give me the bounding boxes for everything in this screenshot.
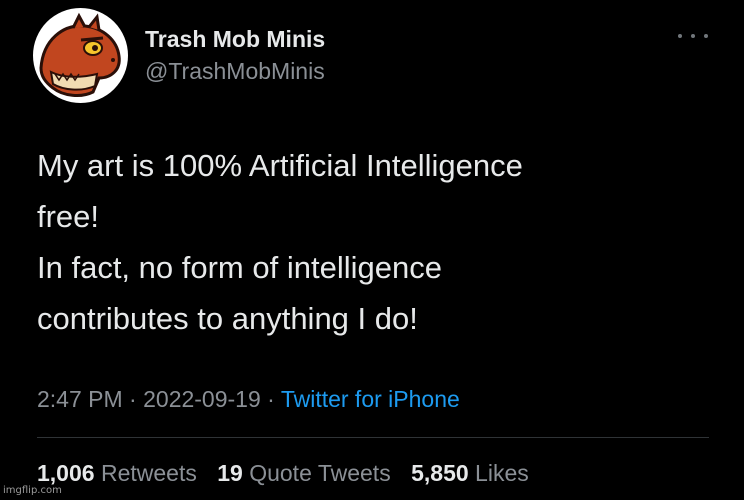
retweets-label: Retweets xyxy=(100,460,197,486)
quote-tweets-stat[interactable]: 19 Quote Tweets xyxy=(217,460,397,486)
tweet-source-link[interactable]: Twitter for iPhone xyxy=(281,386,460,412)
quote-tweets-label: Quote Tweets xyxy=(249,460,391,486)
tweet-card: Trash Mob Minis @TrashMobMinis My art is… xyxy=(0,0,744,500)
tweet-text: My art is 100% Artificial Intelligence f… xyxy=(37,140,717,344)
divider xyxy=(37,437,709,438)
tweet-time[interactable]: 2:47 PM xyxy=(37,386,123,412)
tweet-line: My art is 100% Artificial Intelligence xyxy=(37,148,523,183)
more-dot xyxy=(704,34,708,38)
tweet-line: contributes to anything I do! xyxy=(37,301,418,336)
meta-separator: · xyxy=(267,386,275,412)
likes-label: Likes xyxy=(475,460,529,486)
watermark: imgflip.com xyxy=(3,485,62,496)
avatar[interactable] xyxy=(33,8,128,103)
retweets-count: 1,006 xyxy=(37,460,95,486)
likes-stat[interactable]: 5,850 Likes xyxy=(411,460,529,486)
display-name[interactable]: Trash Mob Minis xyxy=(145,26,325,53)
more-dot xyxy=(678,34,682,38)
dinosaur-avatar-icon xyxy=(39,12,121,97)
tweet-line: free! xyxy=(37,199,100,234)
tweet-stats: 1,006 Retweets 19 Quote Tweets 5,850 Lik… xyxy=(37,460,543,487)
more-dot xyxy=(691,34,695,38)
retweets-stat[interactable]: 1,006 Retweets xyxy=(37,460,203,486)
tweet-metadata: 2:47 PM · 2022-09-19 · Twitter for iPhon… xyxy=(37,386,460,413)
likes-count: 5,850 xyxy=(411,460,469,486)
more-options-icon[interactable] xyxy=(678,28,708,44)
tweet-line: In fact, no form of intelligence xyxy=(37,250,442,285)
meta-separator: · xyxy=(129,386,137,412)
tweet-date[interactable]: 2022-09-19 xyxy=(143,386,261,412)
user-handle[interactable]: @TrashMobMinis xyxy=(145,58,325,85)
quote-tweets-count: 19 xyxy=(217,460,243,486)
